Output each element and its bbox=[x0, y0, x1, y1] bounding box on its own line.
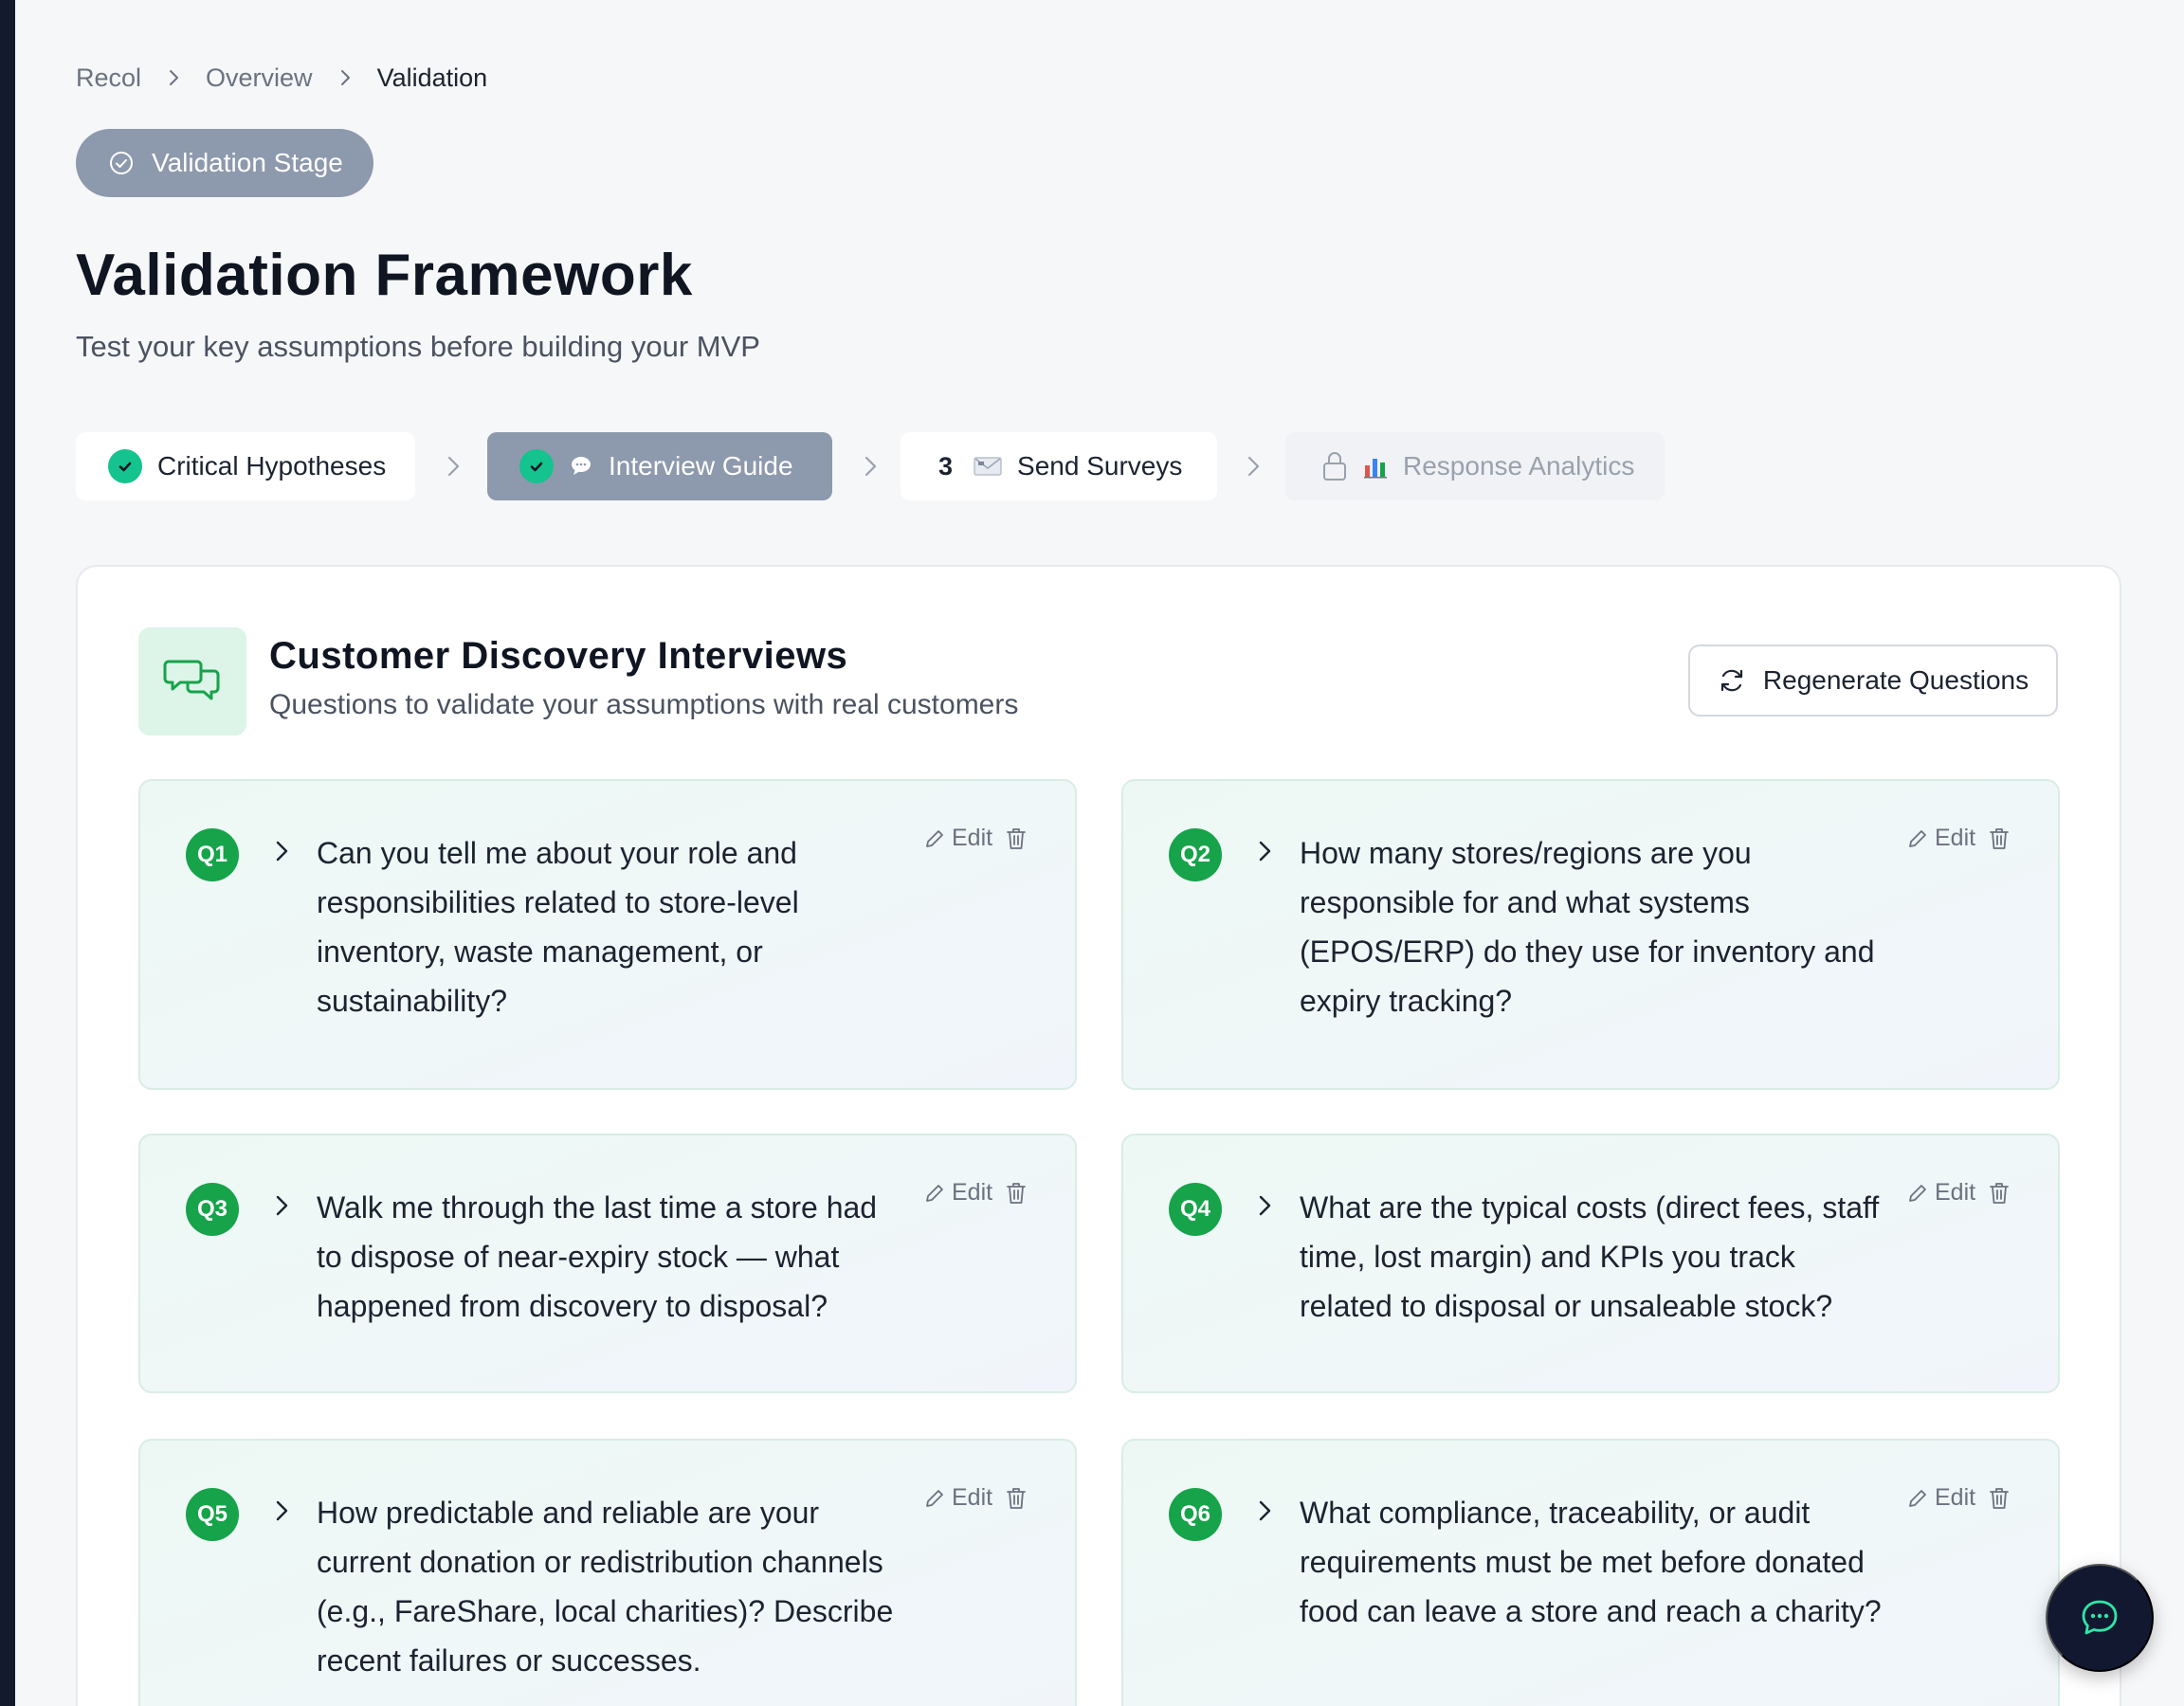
question-card-q1[interactable]: Q1 Can you tell me about your role and r… bbox=[138, 779, 1077, 1090]
question-badge: Q2 bbox=[1169, 828, 1222, 881]
question-text: What compliance, traceability, or audit … bbox=[1300, 1496, 1882, 1628]
edit-button[interactable]: Edit bbox=[1906, 825, 1975, 852]
question-text: Can you tell me about your role and resp… bbox=[317, 836, 799, 1018]
pencil-icon bbox=[1909, 1184, 1926, 1202]
question-badge: Q3 bbox=[186, 1183, 239, 1236]
edit-label: Edit bbox=[1935, 1484, 1976, 1511]
breadcrumb: Recol Overview Validation bbox=[76, 61, 487, 95]
chevron-right-icon bbox=[336, 68, 355, 87]
lock-icon bbox=[1321, 450, 1348, 482]
edit-label: Edit bbox=[1935, 1179, 1976, 1206]
breadcrumb-validation: Validation bbox=[376, 64, 488, 92]
chevron-right-icon bbox=[164, 68, 183, 87]
chevron-right-icon bbox=[447, 456, 460, 477]
trash-icon[interactable] bbox=[1988, 1181, 2011, 1206]
check-circle-icon bbox=[110, 152, 133, 174]
question-badge: Q4 bbox=[1169, 1183, 1222, 1236]
trash-icon[interactable] bbox=[1005, 1181, 1028, 1206]
step-label: Send Surveys bbox=[1017, 451, 1183, 481]
mail-icon bbox=[974, 456, 1002, 477]
regenerate-questions-button[interactable]: Regenerate Questions bbox=[1688, 644, 2058, 717]
edit-label: Edit bbox=[952, 1179, 993, 1206]
chevron-right-icon[interactable] bbox=[269, 1497, 296, 1524]
step-label: Critical Hypotheses bbox=[157, 451, 387, 481]
pencil-icon bbox=[926, 829, 943, 847]
step-critical-hypotheses[interactable]: Critical Hypotheses bbox=[76, 432, 415, 500]
chevron-right-icon bbox=[1247, 456, 1260, 477]
page-title: Validation Framework bbox=[76, 243, 693, 308]
question-text: Walk me through the last time a store ha… bbox=[317, 1190, 878, 1323]
left-rail bbox=[0, 0, 15, 1706]
breadcrumb-recol[interactable]: Recol bbox=[76, 61, 141, 95]
step-send-surveys[interactable]: 3 Send Surveys bbox=[901, 432, 1217, 500]
breadcrumb-overview[interactable]: Overview bbox=[206, 61, 313, 95]
regenerate-label: Regenerate Questions bbox=[1762, 665, 2029, 695]
trash-icon[interactable] bbox=[1988, 1486, 2011, 1511]
question-badge: Q1 bbox=[186, 828, 239, 881]
section-subtitle: Questions to validate your assumptions w… bbox=[269, 689, 1019, 720]
chevron-right-icon[interactable] bbox=[1252, 1497, 1279, 1524]
page-subtitle: Test your key assumptions before buildin… bbox=[76, 330, 760, 363]
chevron-right-icon[interactable] bbox=[269, 838, 296, 864]
edit-label: Edit bbox=[952, 825, 993, 851]
chevron-right-icon[interactable] bbox=[1252, 1192, 1279, 1219]
check-icon bbox=[108, 449, 142, 483]
edit-button[interactable]: Edit bbox=[923, 1179, 992, 1207]
step-number: 3 bbox=[938, 451, 954, 481]
step-response-analytics: Response Analytics bbox=[1285, 432, 1665, 500]
question-text: How many stores/regions are you responsi… bbox=[1300, 836, 1875, 1018]
edit-button[interactable]: Edit bbox=[1906, 1179, 1975, 1207]
chat-icon bbox=[2082, 1600, 2118, 1635]
check-icon bbox=[519, 449, 554, 483]
question-card-q3[interactable]: Q3 Walk me through the last time a store… bbox=[138, 1134, 1077, 1393]
edit-label: Edit bbox=[952, 1484, 993, 1511]
pencil-icon bbox=[926, 1489, 943, 1507]
stage-badge: Validation Stage bbox=[76, 129, 373, 197]
edit-button[interactable]: Edit bbox=[1906, 1484, 1975, 1512]
bar-chart-icon bbox=[1363, 454, 1388, 479]
chat-button[interactable] bbox=[2046, 1564, 2154, 1672]
section-title: Customer Discovery Interviews bbox=[269, 635, 848, 677]
speech-bubble-icon bbox=[569, 454, 593, 479]
chevron-right-icon[interactable] bbox=[269, 1192, 296, 1219]
step-label: Interview Guide bbox=[609, 451, 793, 481]
stage-badge-label: Validation Stage bbox=[152, 148, 343, 177]
question-card-q2[interactable]: Q2 How many stores/regions are you respo… bbox=[1121, 779, 2060, 1090]
edit-button[interactable]: Edit bbox=[923, 825, 992, 852]
pencil-icon bbox=[1909, 829, 1926, 847]
edit-button[interactable]: Edit bbox=[923, 1484, 992, 1512]
page: Recol Overview Validation Validation Sta… bbox=[0, 0, 2184, 1706]
edit-label: Edit bbox=[1935, 825, 1976, 851]
step-interview-guide[interactable]: Interview Guide bbox=[487, 432, 832, 500]
pencil-icon bbox=[1909, 1489, 1926, 1507]
chevron-right-icon[interactable] bbox=[1252, 838, 1279, 864]
refresh-icon bbox=[1720, 669, 1743, 692]
trash-icon[interactable] bbox=[1005, 826, 1028, 851]
chevron-right-icon bbox=[864, 456, 877, 477]
trash-icon[interactable] bbox=[1988, 826, 2011, 851]
question-text: What are the typical costs (direct fees,… bbox=[1300, 1190, 1880, 1323]
trash-icon[interactable] bbox=[1005, 1486, 1028, 1511]
step-label: Response Analytics bbox=[1403, 451, 1635, 481]
question-text: How predictable and reliable are your cu… bbox=[317, 1496, 894, 1678]
question-card-q4[interactable]: Q4 What are the typical costs (direct fe… bbox=[1121, 1134, 2060, 1393]
chat-bubbles-icon bbox=[138, 627, 246, 735]
pencil-icon bbox=[926, 1184, 943, 1202]
question-badge: Q6 bbox=[1169, 1488, 1222, 1541]
question-badge: Q5 bbox=[186, 1488, 239, 1541]
question-card-q6[interactable]: Q6 What compliance, traceability, or aud… bbox=[1121, 1439, 2060, 1706]
question-card-q5[interactable]: Q5 How predictable and reliable are your… bbox=[138, 1439, 1077, 1706]
